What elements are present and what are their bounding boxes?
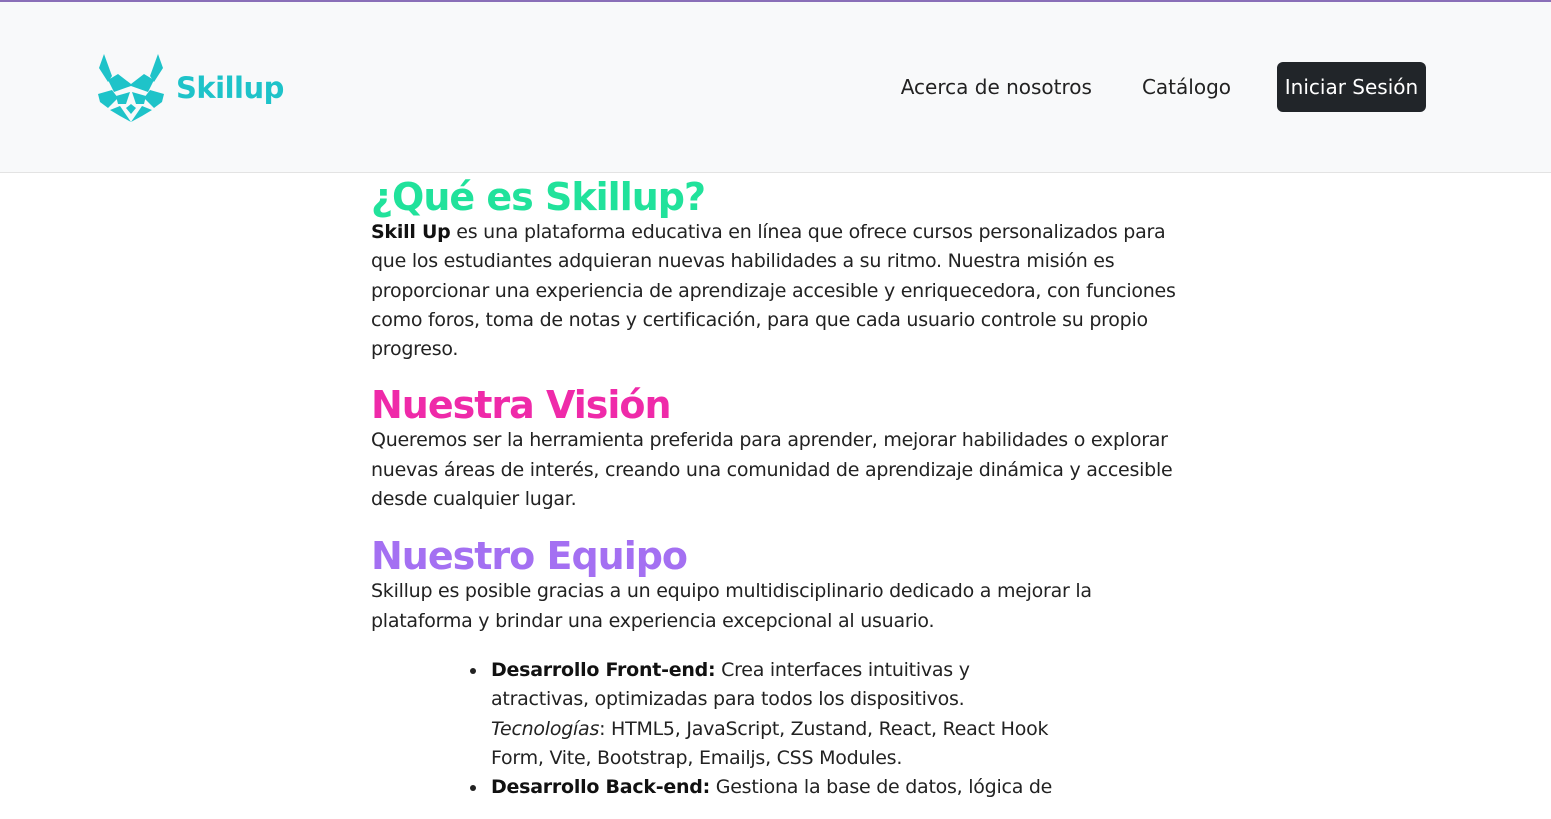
team-item-tech-label: Tecnologías (491, 717, 600, 740)
team-item-title: Desarrollo Front-end: (491, 658, 716, 681)
section-title-vision: Nuestra Visión (371, 383, 672, 428)
team-item-text: Gestiona la base de datos, lógica de (709, 776, 1053, 799)
section-title-team: Nuestro Equipo (371, 534, 688, 579)
section-text-team: Skillup es posible gracias a un equipo m… (371, 580, 1092, 632)
nav-link-catalog[interactable]: Catálogo (1142, 62, 1231, 112)
navbar: Skillup Acerca de nosotros Catálogo Inic… (0, 2, 1551, 173)
list-item: Desarrollo Front-end: Crea interfaces in… (470, 656, 1070, 773)
brand-name: Skillup (176, 71, 284, 105)
section-team: Nuestro Equipo Skillup es posible gracia… (371, 535, 1191, 802)
login-button[interactable]: Iniciar Sesión (1277, 62, 1426, 112)
section-vision: Nuestra Visión Queremos ser la herramien… (371, 384, 1191, 514)
section-what: ¿Qué es Skillup? Skill Up es una platafo… (371, 176, 1191, 364)
section-text-vision: Queremos ser la herramienta preferida pa… (371, 429, 1173, 511)
brand-bold-text: Skill Up (371, 221, 451, 243)
section-title-what: ¿Qué es Skillup? (371, 175, 706, 219)
nav-link-about[interactable]: Acerca de nosotros (901, 62, 1092, 112)
horned-mask-logo-icon (96, 52, 166, 124)
about-content: ¿Qué es Skillup? Skill Up es una platafo… (371, 176, 1191, 802)
list-item: Desarrollo Back-end: Gestiona la base de… (470, 773, 1070, 802)
section-text-what: Skill Up es una plataforma educativa en … (371, 218, 1191, 364)
team-item-title: Desarrollo Back-end: (491, 776, 710, 799)
brand-link[interactable]: Skillup (96, 52, 284, 124)
what-description: es una plataforma educativa en línea que… (371, 221, 1176, 361)
main-nav: Acerca de nosotros Catálogo Iniciar Sesi… (901, 62, 1426, 112)
team-list: Desarrollo Front-end: Crea interfaces in… (470, 656, 1070, 802)
